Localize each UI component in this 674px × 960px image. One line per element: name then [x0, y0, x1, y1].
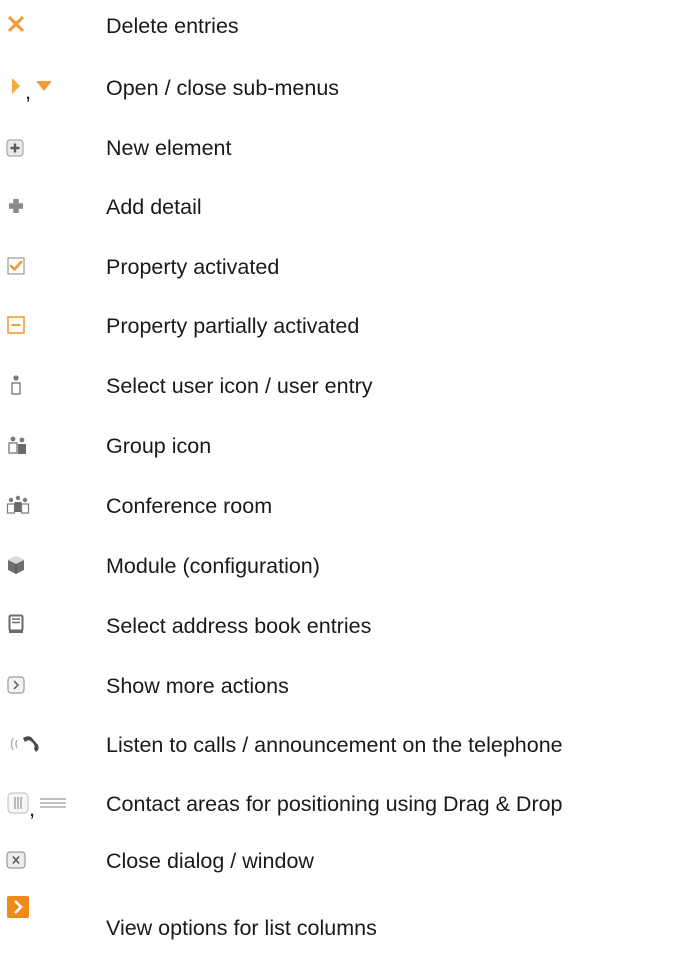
legend-row-address-book: Select address book entries	[0, 606, 674, 646]
legend-row-add-detail: Add detail	[0, 187, 674, 227]
close-dialog-icon	[6, 851, 26, 869]
legend-row-property-partial: Property partially activated	[0, 306, 674, 346]
add-detail-plus-icon	[7, 197, 25, 215]
icon-separator: ,	[25, 79, 32, 104]
legend-label-close-dialog: Close dialog / window	[106, 849, 314, 873]
address-book-icon	[8, 614, 24, 634]
module-cube-icon	[7, 555, 25, 575]
legend-label-more-actions: Show more actions	[106, 674, 289, 698]
legend-label-conference: Conference room	[106, 494, 273, 518]
legend-row-close-dialog: Close dialog / window	[0, 841, 674, 881]
legend-label-property-partial: Property partially activated	[106, 314, 360, 338]
user-icon	[9, 374, 23, 396]
legend-label-address-book: Select address book entries	[106, 614, 372, 638]
legend-label-module: Module (configuration)	[106, 554, 320, 578]
legend-row-new-element: New element	[0, 128, 674, 168]
legend-row-group: Group icon	[0, 426, 674, 466]
group-icon	[7, 435, 29, 455]
legend-row-user: Select user icon / user entry	[0, 366, 674, 406]
more-actions-icon	[7, 676, 25, 694]
legend-row-more-actions: Show more actions	[0, 666, 674, 706]
legend-label-property-activated: Property activated	[106, 255, 280, 279]
checkbox-partial-icon	[7, 316, 25, 334]
delete-x-icon	[8, 16, 24, 32]
legend-row-delete: Delete entries	[0, 6, 674, 46]
legend-label-user: Select user icon / user entry	[106, 374, 373, 398]
legend-row-telephone: Listen to calls / announcement on the te…	[0, 725, 674, 765]
view-options-icon	[7, 896, 29, 918]
legend-label-telephone: Listen to calls / announcement on the te…	[106, 733, 563, 757]
legend-row-view-options: View options for list columns	[0, 896, 674, 948]
legend-row-submenus: , Open / close sub-menus	[0, 68, 674, 108]
icon-legend: Delete entries , Open / close sub-menus	[0, 0, 674, 960]
legend-label-submenus: Open / close sub-menus	[106, 76, 340, 100]
legend-row-drag-drop: , Contact areas for positioning using Dr…	[0, 784, 674, 824]
legend-label-view-options: View options for list columns	[106, 916, 377, 940]
legend-label-group: Group icon	[106, 434, 212, 458]
drag-handle-vertical-icon	[7, 792, 29, 814]
arrow-right-icon	[11, 77, 21, 95]
checkbox-checked-icon	[7, 257, 25, 275]
legend-label-new-element: New element	[106, 136, 232, 160]
new-element-plus-box-icon	[6, 139, 24, 157]
telephone-listen-icon	[8, 733, 42, 755]
legend-label-delete: Delete entries	[106, 14, 239, 38]
drag-handle-horizontal-icon	[39, 797, 67, 809]
legend-row-property-activated: Property activated	[0, 247, 674, 287]
icon-separator: ,	[29, 796, 36, 821]
legend-label-add-detail: Add detail	[106, 195, 202, 219]
arrow-down-icon	[35, 80, 53, 92]
legend-label-drag-drop: Contact areas for positioning using Drag…	[106, 792, 563, 816]
legend-row-conference: Conference room	[0, 486, 674, 526]
conference-room-icon	[6, 494, 30, 516]
legend-row-module: Module (configuration)	[0, 546, 674, 586]
